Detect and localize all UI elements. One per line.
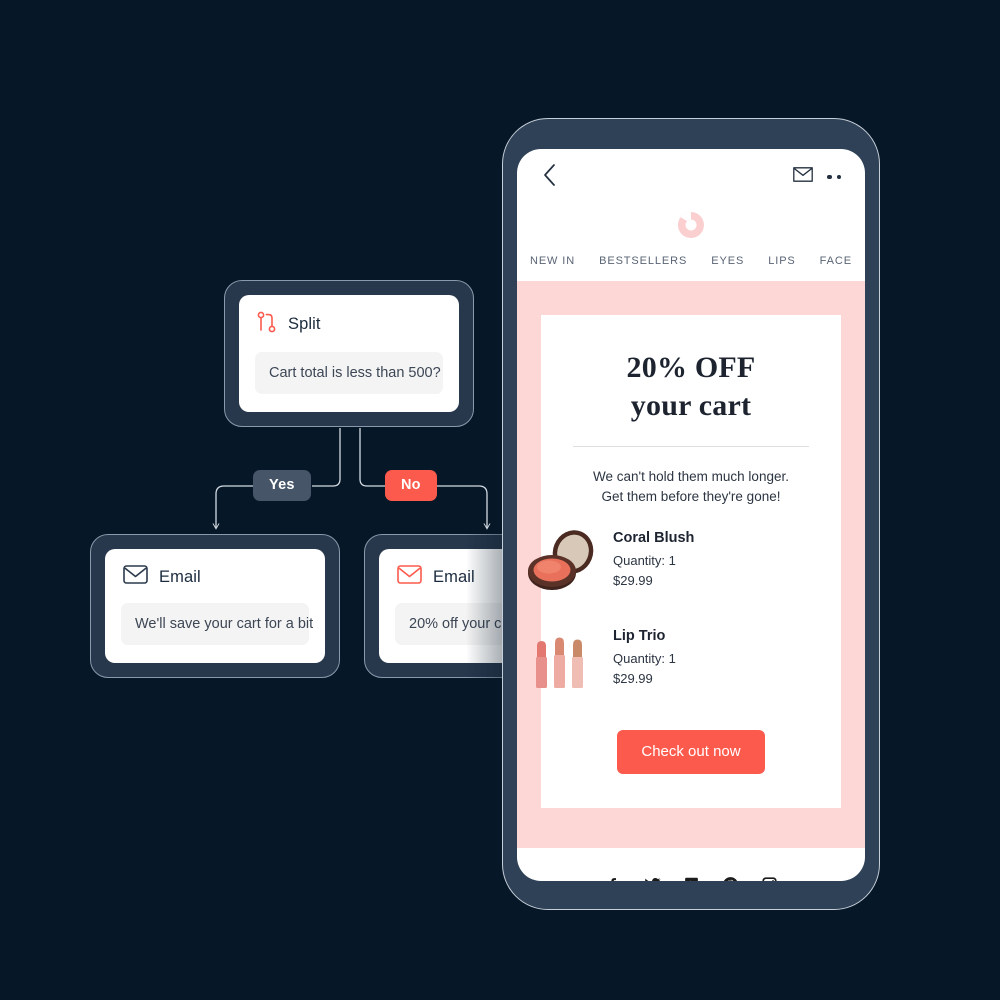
branch-label-no[interactable]: No: [385, 470, 437, 501]
nav-item-new-in[interactable]: NEW IN: [530, 255, 575, 267]
email-subtext-line1: We can't hold them much longer.: [593, 469, 789, 484]
envelope-icon: [397, 565, 422, 589]
email-card: 20% OFF your cart We can't hold them muc…: [528, 315, 841, 809]
lipstick-trio-image: [521, 624, 599, 702]
email-headline-line1: 20% OFF: [626, 351, 756, 384]
branch-label-yes[interactable]: Yes: [253, 470, 311, 501]
nav-item-eyes[interactable]: EYES: [711, 255, 744, 267]
email-node-no-title: Email: [433, 567, 475, 586]
split-condition-field[interactable]: Cart total is less than 500?: [255, 352, 443, 394]
phone-mockup: NEW IN BESTSELLERS EYES LIPS FACE 20% OF…: [502, 118, 880, 910]
youtube-icon[interactable]: Tube: [683, 876, 700, 881]
instagram-icon[interactable]: [761, 876, 778, 881]
split-node-card: Split Cart total is less than 500?: [239, 295, 459, 412]
circle-ring-logo: [517, 205, 865, 245]
blush-compact-image: [521, 526, 599, 604]
envelope-icon[interactable]: [793, 167, 813, 187]
split-node[interactable]: Split Cart total is less than 500?: [224, 280, 474, 427]
email-node-yes[interactable]: Email We'll save your cart for a bit: [90, 534, 340, 678]
twitter-icon[interactable]: [644, 876, 661, 881]
facebook-icon[interactable]: [605, 876, 622, 881]
email-subtext: We can't hold them much longer. Get them…: [567, 467, 815, 506]
product-price: $29.99: [613, 671, 653, 687]
more-dots-icon[interactable]: [827, 174, 841, 180]
social-links: Tube: [517, 848, 865, 881]
product-quantity: Quantity: 1: [613, 553, 676, 569]
split-node-title: Split: [288, 315, 321, 333]
email-subtext-line2: Get them before they're gone!: [601, 488, 781, 504]
email-node-yes-title: Email: [159, 567, 201, 586]
email-node-yes-subject[interactable]: We'll save your cart for a bit: [121, 603, 313, 645]
product-name: Coral Blush: [613, 530, 695, 547]
product-row[interactable]: Coral Blush Quantity: 1 $29.99: [528, 526, 815, 604]
canvas: Split Cart total is less than 500? Yes N…: [0, 0, 1000, 1000]
email-divider: [573, 446, 809, 447]
email-headline: 20% OFF your cart: [567, 349, 815, 424]
product-info: Lip Trio Quantity: 1 $29.99: [613, 624, 676, 691]
pinterest-icon[interactable]: [722, 876, 739, 881]
phone-nav: NEW IN BESTSELLERS EYES LIPS FACE: [517, 245, 865, 281]
phone-topbar: [517, 149, 865, 205]
phone-screen: NEW IN BESTSELLERS EYES LIPS FACE 20% OF…: [517, 149, 865, 881]
nav-item-bestsellers[interactable]: BESTSELLERS: [599, 255, 687, 267]
product-quantity: Quantity: 1: [613, 651, 676, 667]
checkout-button[interactable]: Check out now: [617, 730, 765, 775]
email-node-yes-card: Email We'll save your cart for a bit: [105, 549, 325, 663]
split-branch-icon: [257, 311, 277, 338]
product-price: $29.99: [613, 573, 653, 589]
nav-item-face[interactable]: FACE: [820, 255, 852, 267]
envelope-icon: [123, 565, 148, 589]
email-preview-body: 20% OFF your cart We can't hold them muc…: [517, 281, 865, 849]
product-name: Lip Trio: [613, 628, 666, 645]
product-info: Coral Blush Quantity: 1 $29.99: [613, 526, 694, 593]
email-node-yes-header: Email: [121, 565, 309, 589]
email-headline-line2: your cart: [630, 388, 752, 422]
nav-item-lips[interactable]: LIPS: [768, 255, 795, 267]
product-row[interactable]: Lip Trio Quantity: 1 $29.99: [536, 624, 815, 702]
phone-topbar-actions: [793, 167, 841, 187]
chevron-left-icon[interactable]: [543, 163, 556, 191]
cta-container: Check out now: [567, 730, 815, 775]
split-node-header: Split: [255, 311, 443, 338]
